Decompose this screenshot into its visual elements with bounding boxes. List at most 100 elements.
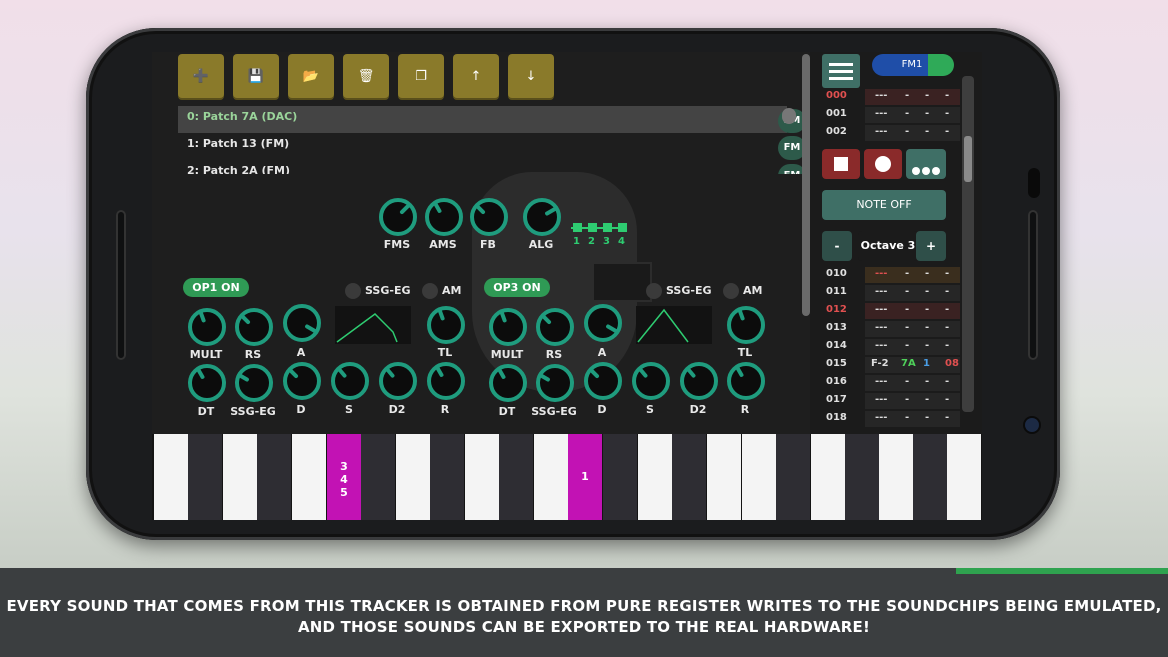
- tracker-scroll-thumb[interactable]: [964, 136, 972, 182]
- open-patch-button[interactable]: 📂: [288, 54, 334, 100]
- op3-d-knob[interactable]: [584, 362, 622, 400]
- tracker-row[interactable]: --- - - -: [865, 339, 960, 355]
- piano-key[interactable]: [292, 434, 326, 520]
- channel-tab-next[interactable]: [928, 54, 954, 76]
- piano-key[interactable]: [499, 434, 533, 520]
- folder-icon: 📂: [302, 69, 320, 84]
- tracker-row[interactable]: --- - - -: [865, 285, 960, 301]
- alg-op-1: 1: [573, 236, 580, 247]
- patch-list-scroll-thumb[interactable]: [782, 108, 796, 124]
- fb-knob[interactable]: [470, 198, 508, 236]
- alg-knob[interactable]: [523, 198, 561, 236]
- piano-key-active[interactable]: 3 4 5: [327, 434, 361, 520]
- piano-key[interactable]: [188, 434, 222, 520]
- tracker-row[interactable]: --- - - -: [865, 411, 960, 427]
- op1-d-knob[interactable]: [283, 362, 321, 400]
- op3-mult-knob[interactable]: [489, 308, 527, 346]
- octave-label: Octave 3: [858, 231, 918, 261]
- tracker-row[interactable]: --- - - -: [865, 375, 960, 391]
- op3-dt-knob[interactable]: [489, 364, 527, 402]
- op1-ssg-eg-knob[interactable]: [235, 364, 273, 402]
- piano-key[interactable]: [534, 434, 568, 520]
- copy-icon: ❐: [415, 69, 427, 84]
- op3-a-knob[interactable]: [584, 304, 622, 342]
- add-patch-button[interactable]: ➕: [178, 54, 224, 100]
- op1-d2-knob[interactable]: [379, 362, 417, 400]
- piano-key[interactable]: [154, 434, 188, 520]
- op3-d2-knob[interactable]: [680, 362, 718, 400]
- phone-side-slot-left: [116, 210, 126, 360]
- more-options-button[interactable]: [906, 149, 946, 179]
- op1-rs-knob[interactable]: [235, 308, 273, 346]
- move-up-button[interactable]: ↑: [453, 54, 499, 100]
- menu-button[interactable]: [822, 54, 860, 88]
- op1-toggle[interactable]: OP1 ON: [183, 278, 249, 297]
- op3-s-knob[interactable]: [632, 362, 670, 400]
- tracker-row[interactable]: F-2 7A 1 08: [865, 357, 960, 373]
- alg-label: ALG: [528, 238, 554, 251]
- piano-key[interactable]: [430, 434, 464, 520]
- tracker-row[interactable]: --- - - -: [865, 321, 960, 337]
- move-down-button[interactable]: ↓: [508, 54, 554, 100]
- piano-key[interactable]: [223, 434, 257, 520]
- piano-key[interactable]: [638, 434, 672, 520]
- delete-patch-button[interactable]: 🗑: [343, 54, 389, 100]
- op1-tl-knob[interactable]: [427, 306, 465, 344]
- piano-key[interactable]: [672, 434, 706, 520]
- op1-am-toggle[interactable]: [422, 283, 438, 299]
- op1-dt-knob[interactable]: [188, 364, 226, 402]
- op1-s-knob[interactable]: [331, 362, 369, 400]
- copy-patch-button[interactable]: ❐: [398, 54, 444, 100]
- tracker-row[interactable]: --- - - -: [865, 267, 960, 283]
- piano-keyboard: 3 4 5 1: [152, 434, 982, 520]
- key-voice-label: 1: [581, 470, 589, 483]
- caption-text: EVERY SOUND THAT COMES FROM THIS TRACKER…: [0, 596, 1168, 638]
- op1-mult-knob[interactable]: [188, 308, 226, 346]
- op3-a-label: A: [597, 346, 607, 359]
- patch-row[interactable]: 1: Patch 13 (FM): [178, 133, 787, 160]
- op3-am-toggle[interactable]: [723, 283, 739, 299]
- piano-key[interactable]: [776, 434, 810, 520]
- op3-r-knob[interactable]: [727, 362, 765, 400]
- note-off-button[interactable]: NOTE OFF: [822, 190, 946, 220]
- octave-minus-button[interactable]: -: [822, 231, 852, 261]
- op1-a-knob[interactable]: [283, 304, 321, 342]
- piano-key-active[interactable]: 1: [568, 434, 602, 520]
- op3-ssg-eg-knob[interactable]: [536, 364, 574, 402]
- phone-speaker: [1028, 168, 1040, 198]
- piano-key[interactable]: [845, 434, 879, 520]
- piano-key[interactable]: [879, 434, 913, 520]
- ams-knob[interactable]: [425, 198, 463, 236]
- piano-key[interactable]: [257, 434, 291, 520]
- piano-key[interactable]: [742, 434, 776, 520]
- piano-key[interactable]: [396, 434, 430, 520]
- instrument-panel-scrollbar[interactable]: [802, 54, 810, 316]
- tracker-row[interactable]: --- - - -: [865, 89, 960, 105]
- record-button[interactable]: [864, 149, 902, 179]
- piano-key[interactable]: [465, 434, 499, 520]
- save-patch-button[interactable]: 💾: [233, 54, 279, 100]
- patch-row[interactable]: 0: Patch 7A (DAC): [178, 106, 787, 133]
- piano-key[interactable]: [707, 434, 741, 520]
- op1-ssg-eg-toggle[interactable]: [345, 283, 361, 299]
- op1-r-knob[interactable]: [427, 362, 465, 400]
- piano-key[interactable]: [603, 434, 637, 520]
- tracker-row[interactable]: --- - - -: [865, 125, 960, 141]
- piano-key[interactable]: [361, 434, 395, 520]
- tracker-row[interactable]: --- - - -: [865, 107, 960, 123]
- piano-key[interactable]: [811, 434, 845, 520]
- patch-type-badge[interactable]: FM: [778, 136, 802, 160]
- op3-tl-knob[interactable]: [727, 306, 765, 344]
- op3-rs-knob[interactable]: [536, 308, 574, 346]
- op3-toggle[interactable]: OP3 ON: [484, 278, 550, 297]
- stop-button[interactable]: [822, 149, 860, 179]
- piano-key[interactable]: [913, 434, 947, 520]
- tracker-scrollbar[interactable]: [962, 76, 974, 412]
- tracker-row[interactable]: --- - - -: [865, 303, 960, 319]
- piano-key[interactable]: [947, 434, 981, 520]
- tracker-row[interactable]: --- - - -: [865, 393, 960, 409]
- patch-row[interactable]: 2: Patch 2A (FM): [178, 160, 787, 174]
- fms-knob[interactable]: [379, 198, 417, 236]
- op3-ssg-eg-toggle[interactable]: [646, 283, 662, 299]
- octave-plus-button[interactable]: +: [916, 231, 946, 261]
